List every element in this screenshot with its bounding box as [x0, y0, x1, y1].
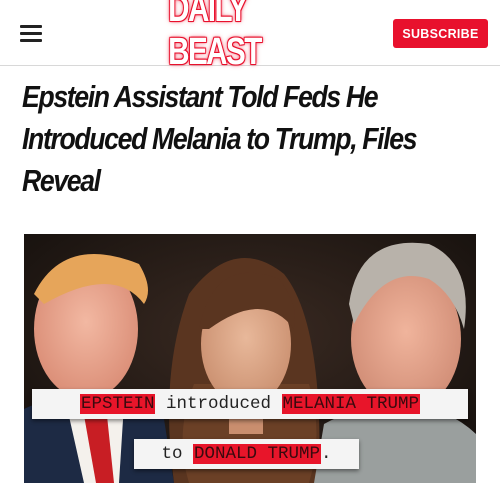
subscribe-button[interactable]: SUBSCRIBE — [393, 19, 488, 48]
site-logo[interactable]: DAILY BEAST — [168, 0, 332, 73]
article-headline: Epstein Assistant Told Feds He Introduce… — [22, 79, 418, 198]
caption-highlight-melania: MELANIA TRUMP — [281, 394, 421, 414]
hero-image: EPSTEIN introduced MELANIA TRUMP to DONA… — [24, 234, 476, 483]
caption-highlight-donald: DONALD TRUMP — [192, 444, 322, 464]
caption-highlight-epstein: EPSTEIN — [79, 394, 156, 414]
caption-text-introduced: introduced — [155, 394, 282, 414]
caption-line-1: EPSTEIN introduced MELANIA TRUMP — [32, 389, 468, 419]
caption-line-2: to DONALD TRUMP . — [134, 439, 359, 469]
caption-text-to: to — [161, 444, 193, 464]
top-navigation-bar: DAILY BEAST SUBSCRIBE — [0, 0, 500, 73]
caption-text-period: . — [321, 444, 332, 464]
hamburger-menu-icon[interactable] — [20, 24, 42, 42]
